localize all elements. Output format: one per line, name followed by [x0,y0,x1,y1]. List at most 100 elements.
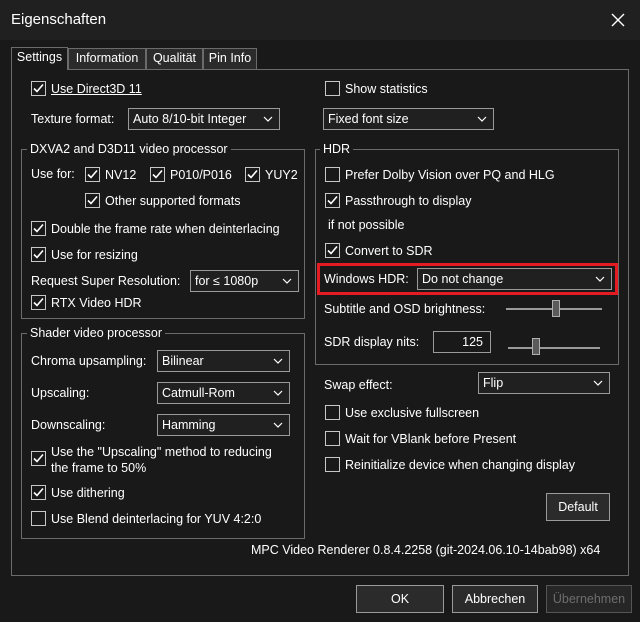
sdr-nits-label: SDR display nits: [324,335,420,349]
use-d3d11-checkbox[interactable] [31,81,46,96]
chroma-upsampling-select[interactable]: Bilinear [157,350,290,372]
use-for-resizing-checkbox[interactable] [31,247,46,262]
use-dithering-checkbox[interactable] [31,485,46,500]
chroma-upsampling-label: Chroma upsampling: [31,354,147,368]
tab-settings[interactable]: Settings [11,47,68,70]
nv12-checkbox[interactable] [85,167,100,182]
super-resolution-value: for ≤ 1080p [195,274,259,288]
chevron-down-icon [282,278,292,284]
blend-deinterlacing-checkbox[interactable] [31,511,46,526]
sdr-nits-slider-track[interactable] [508,347,600,349]
hdr-group-title: HDR [320,142,354,156]
p010-label: P010/P016 [170,168,232,182]
rtx-video-hdr-label: RTX Video HDR [51,296,142,310]
super-resolution-label: Request Super Resolution: [31,274,181,288]
version-text: MPC Video Renderer 0.8.4.2258 (git-2024.… [251,543,601,557]
use-d3d11-label: Use Direct3D 11 [51,82,142,96]
double-frame-rate-checkbox[interactable] [31,221,46,236]
exclusive-fullscreen-label: Use exclusive fullscreen [345,406,480,420]
swap-effect-value: Flip [483,376,504,390]
nv12-label: NV12 [105,168,137,182]
downscaling-value: Hamming [162,418,216,432]
use-for-label: Use for: [31,167,75,181]
windows-hdr-select[interactable]: Do not change [417,268,612,290]
chevron-down-icon [595,276,605,282]
cancel-button[interactable]: Abbrechen [452,585,538,613]
checkmark-icon [33,297,44,307]
default-button[interactable]: Default [546,493,610,521]
reinitialize-device-checkbox[interactable] [325,457,340,472]
dxva-group-title: DXVA2 and D3D11 video processor [27,142,231,156]
double-frame-rate-label: Double the frame rate when deinterlacing [51,222,280,236]
chevron-down-icon [273,422,283,428]
yuy2-checkbox[interactable] [245,167,260,182]
show-statistics-checkbox[interactable] [325,81,340,96]
subtitle-brightness-slider-thumb[interactable] [552,300,560,317]
subtitle-brightness-label: Subtitle and OSD brightness: [324,302,486,316]
sdr-nits-input[interactable]: 125 [433,331,491,353]
checkmark-icon [87,195,98,205]
tab-pin-info[interactable]: Pin Info [203,48,257,69]
passthrough-label: Passthrough to display [345,194,472,208]
upscaling-value: Catmull-Rom [162,386,235,400]
convert-sdr-checkbox[interactable] [325,243,340,258]
wait-vblank-label: Wait for VBlank before Present [345,432,517,446]
upscaling-method-label-line1: Use the "Upscaling" method to reducing [51,445,272,459]
yuy2-label: YUY2 [265,168,298,182]
font-size-value: Fixed font size [328,112,409,126]
close-icon[interactable] [606,8,630,32]
apply-button[interactable]: Übernehmen [546,585,632,613]
wait-vblank-checkbox[interactable] [325,431,340,446]
upscaling-method-label-line2: the frame to 50% [51,461,147,475]
checkmark-icon [247,169,258,179]
prefer-dolby-label: Prefer Dolby Vision over PQ and HLG [345,168,555,182]
texture-format-label: Texture format: [31,112,115,126]
checkmark-icon [152,169,163,179]
upscaling-select[interactable]: Catmull-Rom [157,382,290,404]
chevron-down-icon [263,116,273,122]
checkmark-icon [33,83,44,93]
tab-qualitaet[interactable]: Qualität [146,48,203,69]
rtx-video-hdr-checkbox[interactable] [31,295,46,310]
other-formats-checkbox[interactable] [85,193,100,208]
swap-effect-select[interactable]: Flip [478,372,610,394]
use-for-resizing-label: Use for resizing [51,248,138,262]
p010-checkbox[interactable] [150,167,165,182]
texture-format-select[interactable]: Auto 8/10-bit Integer [128,108,280,130]
checkmark-icon [33,487,44,497]
chroma-upsampling-value: Bilinear [162,354,204,368]
downscaling-label: Downscaling: [31,418,106,432]
blend-deinterlacing-label: Use Blend deinterlacing for YUV 4:2:0 [51,512,262,526]
chevron-down-icon [477,116,487,122]
texture-format-value: Auto 8/10-bit Integer [133,112,247,126]
windows-hdr-value: Do not change [422,272,504,286]
if-not-possible-label: if not possible [328,218,405,232]
checkmark-icon [33,249,44,259]
ok-button[interactable]: OK [356,585,444,613]
upscaling-method-checkbox[interactable] [31,451,46,466]
windows-hdr-label: Windows HDR: [324,272,409,286]
prefer-dolby-checkbox[interactable] [325,167,340,182]
checkmark-icon [327,245,338,255]
downscaling-select[interactable]: Hamming [157,414,290,436]
chevron-down-icon [593,380,603,386]
swap-effect-label: Swap effect: [324,378,393,392]
chevron-down-icon [273,358,283,364]
checkmark-icon [33,223,44,233]
passthrough-checkbox[interactable] [325,193,340,208]
sdr-nits-slider-thumb[interactable] [532,338,540,355]
super-resolution-select[interactable]: for ≤ 1080p [190,270,299,292]
reinitialize-device-label: Reinitialize device when changing displa… [345,458,575,472]
checkmark-icon [33,453,44,463]
show-statistics-label: Show statistics [345,82,428,96]
other-formats-label: Other supported formats [105,194,241,208]
exclusive-fullscreen-checkbox[interactable] [325,405,340,420]
window-title: Eigenschaften [11,11,107,28]
font-size-select[interactable]: Fixed font size [323,108,494,130]
tab-information[interactable]: Information [68,48,146,69]
checkmark-icon [327,195,338,205]
chevron-down-icon [273,390,283,396]
upscaling-label: Upscaling: [31,386,90,400]
use-dithering-label: Use dithering [51,486,125,500]
shader-group-title: Shader video processor [27,326,166,340]
